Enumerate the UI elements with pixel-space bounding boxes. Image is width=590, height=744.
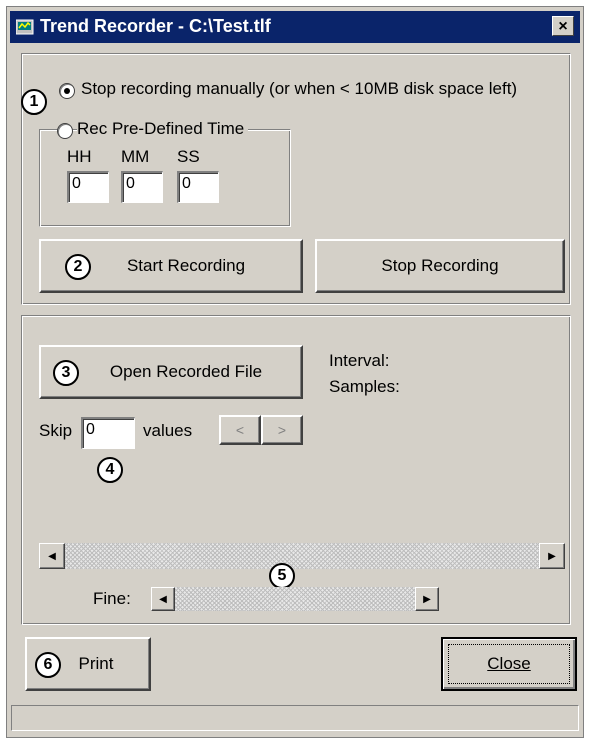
- position-scrollbar-track[interactable]: [65, 543, 539, 569]
- radio-selected-dot: [64, 88, 70, 94]
- fine-scroll-left-button[interactable]: ◀: [151, 587, 175, 611]
- marker-3: 3: [53, 360, 79, 386]
- ss-label: SS: [177, 147, 200, 166]
- skip-input[interactable]: 0: [81, 417, 135, 449]
- fine-label: Fine:: [93, 589, 131, 608]
- scroll-left-button[interactable]: ◀: [39, 543, 65, 569]
- close-window-button[interactable]: ×: [552, 16, 574, 36]
- trend-recorder-window: Trend Recorder - C:\Test.tlf × Stop reco…: [6, 6, 584, 738]
- close-button[interactable]: Close: [441, 637, 577, 691]
- mm-input[interactable]: 0: [121, 171, 163, 203]
- prev-arrow-icon: <: [235, 422, 245, 438]
- mm-label: MM: [121, 147, 150, 166]
- interval-label: Interval:: [329, 351, 390, 370]
- open-recorded-file-label: Open Recorded File: [109, 362, 263, 381]
- status-bar: [11, 705, 579, 731]
- skip-label: Skip: [39, 421, 73, 440]
- stop-recording-button[interactable]: Stop Recording: [315, 239, 565, 293]
- stop-recording-label: Stop Recording: [381, 256, 499, 275]
- focus-rectangle: [448, 644, 570, 684]
- scroll-right-button[interactable]: ▶: [539, 543, 565, 569]
- fine-scrollbar-track[interactable]: [175, 587, 415, 611]
- predefined-time-radio[interactable]: [57, 123, 73, 139]
- marker-2: 2: [65, 254, 91, 280]
- marker-6: 6: [35, 652, 61, 678]
- stop-manually-label[interactable]: Stop recording manually (or when < 10MB …: [81, 79, 517, 99]
- title-bar[interactable]: Trend Recorder - C:\Test.tlf ×: [10, 11, 580, 43]
- app-icon: [16, 19, 34, 35]
- skip-prev-button[interactable]: <: [219, 415, 261, 445]
- fine-right-arrow-icon: ▶: [423, 593, 431, 605]
- predefined-time-label[interactable]: Rec Pre-Defined Time: [77, 119, 249, 139]
- next-arrow-icon: >: [277, 422, 287, 438]
- fine-left-arrow-icon: ◀: [159, 593, 167, 605]
- left-arrow-icon: ◀: [48, 550, 56, 562]
- ss-input[interactable]: 0: [177, 171, 219, 203]
- close-icon: ×: [558, 18, 568, 35]
- hh-input[interactable]: 0: [67, 171, 109, 203]
- right-arrow-icon: ▶: [548, 550, 556, 562]
- samples-label: Samples:: [329, 377, 400, 396]
- marker-1: 1: [21, 89, 47, 115]
- start-recording-label: Start Recording: [126, 256, 246, 275]
- print-label: Print: [78, 654, 114, 673]
- stop-manually-radio[interactable]: [59, 83, 75, 99]
- window-title: Trend Recorder - C:\Test.tlf: [40, 16, 271, 36]
- marker-4: 4: [97, 457, 123, 483]
- skip-next-button[interactable]: >: [261, 415, 303, 445]
- values-label: values: [143, 421, 193, 440]
- fine-scroll-right-button[interactable]: ▶: [415, 587, 439, 611]
- hh-label: HH: [67, 147, 92, 166]
- marker-5: 5: [269, 563, 295, 589]
